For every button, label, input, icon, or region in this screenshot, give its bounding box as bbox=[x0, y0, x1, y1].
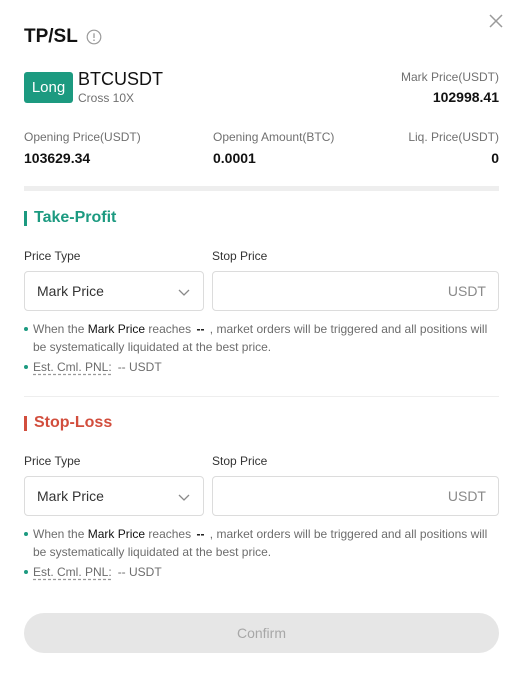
stat-value: 103629.34 bbox=[24, 150, 91, 166]
trigger-note: When the Mark Price reaches -- , market … bbox=[24, 320, 499, 356]
stat-label: Liq. Price(USDT) bbox=[408, 130, 499, 144]
section-accent-bar bbox=[24, 210, 27, 226]
trigger-note: When the Mark Price reaches -- , market … bbox=[24, 525, 499, 561]
sl-price-type-select[interactable]: Mark Price bbox=[24, 476, 204, 516]
note-text: When the bbox=[33, 322, 85, 336]
info-circle-icon[interactable] bbox=[86, 29, 102, 45]
stat-value: 0.0001 bbox=[213, 150, 256, 166]
section-title-text: Stop-Loss bbox=[34, 414, 113, 431]
sl-stop-price-input[interactable] bbox=[213, 477, 413, 515]
note-text: reaches bbox=[148, 322, 192, 336]
leverage-mode: Cross 10X bbox=[78, 91, 135, 105]
tp-stop-price-field[interactable]: USDT bbox=[212, 271, 499, 311]
note-price-type: Mark Price bbox=[87, 527, 146, 541]
position-stats: Opening Price(USDT) 103629.34 Opening Am… bbox=[24, 130, 499, 166]
liq-price-stat: Liq. Price(USDT) 0 bbox=[408, 130, 499, 166]
bullet-dot bbox=[24, 570, 28, 574]
est-pnl-label[interactable]: Est. Cml. PNL: bbox=[33, 565, 112, 579]
confirm-button[interactable]: Confirm bbox=[24, 613, 499, 653]
est-pnl-value: -- USDT bbox=[117, 565, 162, 579]
stat-value: 0 bbox=[491, 150, 499, 166]
note-trigger-value: -- bbox=[196, 527, 205, 541]
price-type-label: Price Type bbox=[24, 454, 81, 468]
mark-price-value: 102998.41 bbox=[432, 89, 499, 105]
stop-loss-section: Stop-Loss Price Type Stop Price Mark Pri… bbox=[24, 414, 499, 579]
position-summary: Long BTCUSDT Cross 10X Mark Price(USDT) … bbox=[24, 69, 499, 110]
section-divider bbox=[24, 396, 499, 397]
est-pnl-label[interactable]: Est. Cml. PNL: bbox=[33, 360, 112, 374]
note-trigger-value: -- bbox=[196, 322, 205, 336]
mark-price-block: Mark Price(USDT) 102998.41 bbox=[401, 70, 499, 105]
section-divider bbox=[24, 186, 499, 191]
note-text: reaches bbox=[148, 527, 192, 541]
note-text: When the bbox=[33, 527, 85, 541]
symbol-name: BTCUSDT bbox=[78, 69, 163, 89]
tp-stop-price-input[interactable] bbox=[213, 272, 413, 310]
mark-price-label: Mark Price(USDT) bbox=[401, 70, 499, 84]
pnl-note: Est. Cml. PNL: -- USDT bbox=[24, 358, 499, 376]
section-accent-bar bbox=[24, 415, 27, 431]
close-icon[interactable] bbox=[487, 12, 505, 30]
unit-label: USDT bbox=[447, 488, 486, 504]
tp-notes: When the Mark Price reaches -- , market … bbox=[24, 320, 499, 376]
bullet-dot bbox=[24, 532, 28, 536]
chevron-down-icon bbox=[177, 490, 191, 504]
dialog-title: TP/SL bbox=[24, 26, 78, 47]
selected-price-type: Mark Price bbox=[37, 283, 104, 299]
est-pnl-value: -- USDT bbox=[117, 360, 162, 374]
price-type-label: Price Type bbox=[24, 249, 81, 263]
stat-label: Opening Amount(BTC) bbox=[213, 130, 335, 144]
side-badge: Long bbox=[24, 72, 73, 103]
dialog-header: TP/SL bbox=[24, 26, 102, 48]
opening-amount-stat: Opening Amount(BTC) 0.0001 bbox=[213, 130, 334, 166]
selected-price-type: Mark Price bbox=[37, 488, 104, 504]
bullet-dot bbox=[24, 327, 28, 331]
stop-price-label: Stop Price bbox=[212, 249, 268, 263]
take-profit-title: Take-Profit bbox=[24, 209, 499, 227]
section-title-text: Take-Profit bbox=[34, 209, 117, 226]
sl-stop-price-field[interactable]: USDT bbox=[212, 476, 499, 516]
unit-label: USDT bbox=[447, 283, 486, 299]
stop-loss-title: Stop-Loss bbox=[24, 414, 499, 432]
bullet-dot bbox=[24, 365, 28, 369]
opening-price-stat: Opening Price(USDT) 103629.34 bbox=[24, 130, 141, 166]
note-price-type: Mark Price bbox=[87, 322, 146, 336]
take-profit-section: Take-Profit Price Type Stop Price Mark P… bbox=[24, 209, 499, 374]
tp-price-type-select[interactable]: Mark Price bbox=[24, 271, 204, 311]
pnl-note: Est. Cml. PNL: -- USDT bbox=[24, 563, 499, 581]
chevron-down-icon bbox=[177, 285, 191, 299]
stat-label: Opening Price(USDT) bbox=[24, 130, 141, 144]
sl-notes: When the Mark Price reaches -- , market … bbox=[24, 525, 499, 581]
stop-price-label: Stop Price bbox=[212, 454, 268, 468]
